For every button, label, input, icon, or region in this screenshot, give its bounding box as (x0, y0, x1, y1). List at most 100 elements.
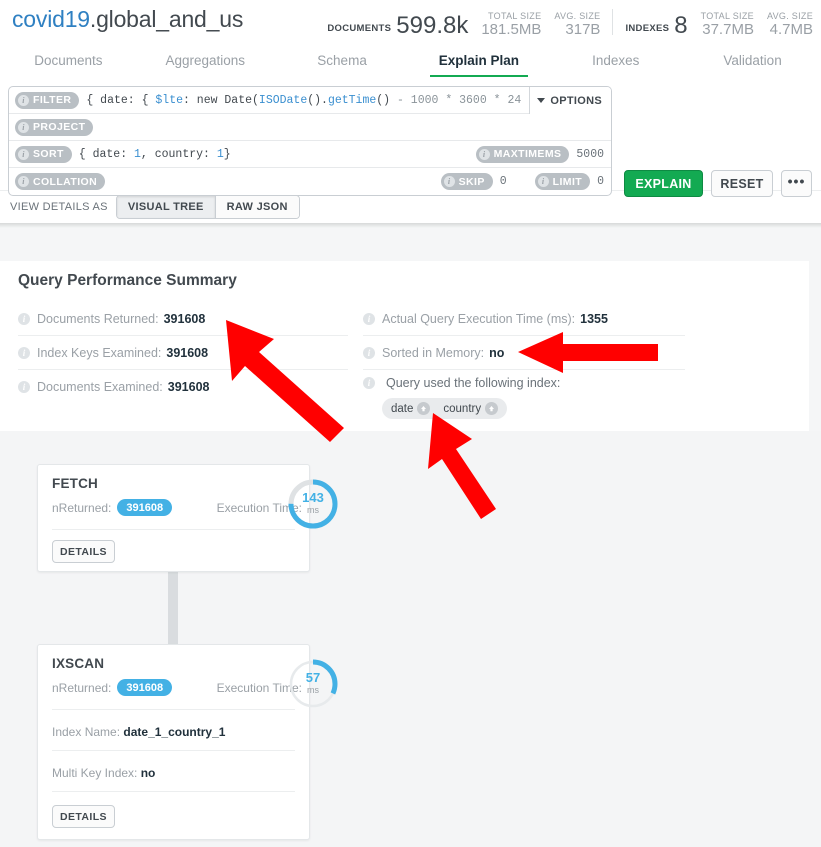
project-pill[interactable]: i PROJECT (15, 118, 94, 136)
collection-tabbar: Documents Aggregations Schema Explain Pl… (0, 45, 821, 83)
options-label: OPTIONS (550, 94, 602, 107)
query-row-project: i PROJECT (9, 114, 611, 141)
stats-divider (612, 9, 614, 35)
summary-left-column: i Documents Returned: 391608 i Index Key… (18, 302, 348, 404)
summary-documents-returned: i Documents Returned: 391608 (18, 302, 348, 336)
limit-pill[interactable]: i LIMIT (534, 173, 591, 190)
skip-label: SKIP (458, 175, 485, 188)
summary-index-used-label: Query used the following index: (386, 376, 561, 390)
info-icon[interactable]: i (363, 377, 375, 389)
stage-ixscan-multikey-label: Multi Key Index: (52, 766, 138, 780)
query-row-sort: i SORT { date: 1, country: 1} i MAXTIMEM… (9, 141, 611, 168)
tab-schema[interactable]: Schema (274, 45, 411, 77)
collation-pill[interactable]: i COLLATION (15, 173, 106, 190)
stage-divider (52, 529, 295, 530)
documents-total-size-value: 181.5MB (481, 21, 542, 38)
view-option-raw-json[interactable]: RAW JSON (214, 196, 299, 218)
summary-documents-examined-label: Documents Examined: (37, 380, 163, 394)
stage-fetch-nreturned-label: nReturned: (52, 500, 112, 515)
indexes-avg-size: AVG. SIZE 4.7MB (767, 11, 813, 38)
explain-button[interactable]: EXPLAIN (624, 170, 703, 197)
query-row-collation: i COLLATION i SKIP 0 i LIMIT 0 (9, 168, 611, 195)
stage-ixscan-index-name-label: Index Name: (52, 725, 121, 739)
summary-sorted-in-memory: i Sorted in Memory: no (363, 336, 685, 370)
stage-ixscan-index-name-value: date_1_country_1 (123, 725, 226, 739)
indexes-total-size: TOTAL SIZE 37.7MB (701, 11, 754, 38)
stage-ixscan-multikey-value: no (140, 766, 156, 780)
filter-pill[interactable]: i FILTER (15, 91, 80, 109)
documents-stat-label: DOCUMENTS (327, 23, 392, 34)
index-used-badge[interactable]: date country (382, 398, 508, 419)
summary-title: Query Performance Summary (18, 272, 237, 289)
collation-label: COLLATION (33, 175, 98, 188)
info-icon: i (537, 176, 549, 187)
info-icon: i (18, 94, 29, 106)
tab-indexes[interactable]: Indexes (547, 45, 684, 77)
index-field-date: date (391, 402, 414, 415)
summary-sorted-in-memory-label: Sorted in Memory: (382, 345, 485, 360)
stage-name-ixscan: IXSCAN (52, 656, 105, 671)
info-icon[interactable]: i (18, 381, 30, 393)
filter-label: FILTER (33, 94, 72, 106)
options-toggle-button[interactable]: OPTIONS (529, 87, 611, 114)
stage-fetch-details-button[interactable]: DETAILS (52, 540, 115, 563)
stage-ixscan-multikey: Multi Key Index: no (52, 766, 155, 780)
limit-input[interactable]: 0 (597, 175, 604, 188)
sort-input[interactable]: { date: 1, country: 1} (79, 148, 476, 161)
maxtimems-input[interactable]: 5000 (576, 148, 604, 161)
stage-ixscan-exectime-value: 57 (305, 670, 321, 685)
tab-validation[interactable]: Validation (684, 45, 821, 77)
summary-index-used-row: i Query used the following index: (363, 370, 685, 396)
stage-fetch-exectime-value: 143 (302, 490, 324, 505)
summary-documents-returned-value: 391608 (163, 311, 206, 326)
view-option-visual-tree[interactable]: VISUAL TREE (116, 196, 215, 218)
maxtimems-pill[interactable]: i MAXTIMEMS (475, 145, 570, 163)
documents-stat-group: DOCUMENTS 599.8k TOTAL SIZE 181.5MB AVG.… (327, 11, 600, 38)
indexes-avg-size-label: AVG. SIZE (766, 11, 813, 21)
database-name: covid19 (12, 6, 90, 32)
info-icon: i (478, 148, 490, 160)
info-icon[interactable]: i (363, 312, 375, 325)
stage-fetch-exectime-unit: ms (307, 505, 319, 515)
query-action-buttons: EXPLAIN RESET ••• (624, 170, 812, 197)
collection-stats: DOCUMENTS 599.8k TOTAL SIZE 181.5MB AVG.… (327, 0, 813, 45)
index-field-country: country (443, 402, 482, 415)
info-icon[interactable]: i (18, 312, 30, 325)
stage-ixscan-details-button[interactable]: DETAILS (52, 805, 115, 828)
info-icon: i (18, 121, 29, 133)
stage-card-ixscan[interactable]: IXSCAN nReturned: 391608 Execution Time:… (37, 644, 338, 840)
more-options-button[interactable]: ••• (781, 170, 812, 197)
summary-index-keys-examined-label: Index Keys Examined: (37, 345, 162, 360)
stage-divider (52, 709, 295, 710)
namespace-title: covid19.global_and_us (12, 6, 243, 33)
summary-documents-returned-label: Documents Returned: (37, 311, 159, 326)
stage-ixscan-exectime-unit: ms (307, 685, 319, 695)
documents-avg-size: AVG. SIZE 317B (554, 11, 600, 38)
stage-fetch-nreturned-value: 391608 (117, 499, 173, 516)
info-icon: i (443, 176, 455, 187)
chevron-down-icon (537, 98, 546, 103)
stage-fetch-exectime-donut: 143 ms (286, 477, 340, 531)
info-icon[interactable]: i (363, 346, 375, 359)
reset-button[interactable]: RESET (711, 170, 773, 197)
info-icon: i (18, 176, 29, 187)
skip-input[interactable]: 0 (500, 175, 507, 188)
stage-card-fetch[interactable]: FETCH nReturned: 391608 Execution Time: … (37, 464, 338, 572)
tab-aggregations[interactable]: Aggregations (137, 45, 274, 77)
skip-pill[interactable]: i SKIP (440, 173, 493, 190)
content-top-shadow (0, 223, 821, 228)
view-details-segmented-control: VISUAL TREE RAW JSON (115, 195, 300, 219)
collection-name: global_and_us (96, 6, 244, 32)
summary-right-column: i Actual Query Execution Time (ms): 1355… (363, 302, 685, 419)
collection-header: covid19.global_and_us DOCUMENTS 599.8k T… (0, 0, 821, 45)
info-icon[interactable]: i (18, 346, 30, 359)
arrow-up-icon (417, 402, 431, 415)
tab-explain-plan[interactable]: Explain Plan (410, 45, 547, 78)
query-inputs-group: i FILTER { date: { $lte: new Date(ISODat… (8, 86, 612, 196)
indexes-total-size-value: 37.7MB (702, 21, 754, 38)
summary-sorted-in-memory-value: no (489, 345, 505, 360)
sort-pill[interactable]: i SORT (15, 145, 72, 163)
maxtimems-group: i MAXTIMEMS 5000 (475, 145, 611, 163)
tab-documents[interactable]: Documents (0, 45, 137, 77)
indexes-stat-value: 8 (674, 12, 688, 39)
